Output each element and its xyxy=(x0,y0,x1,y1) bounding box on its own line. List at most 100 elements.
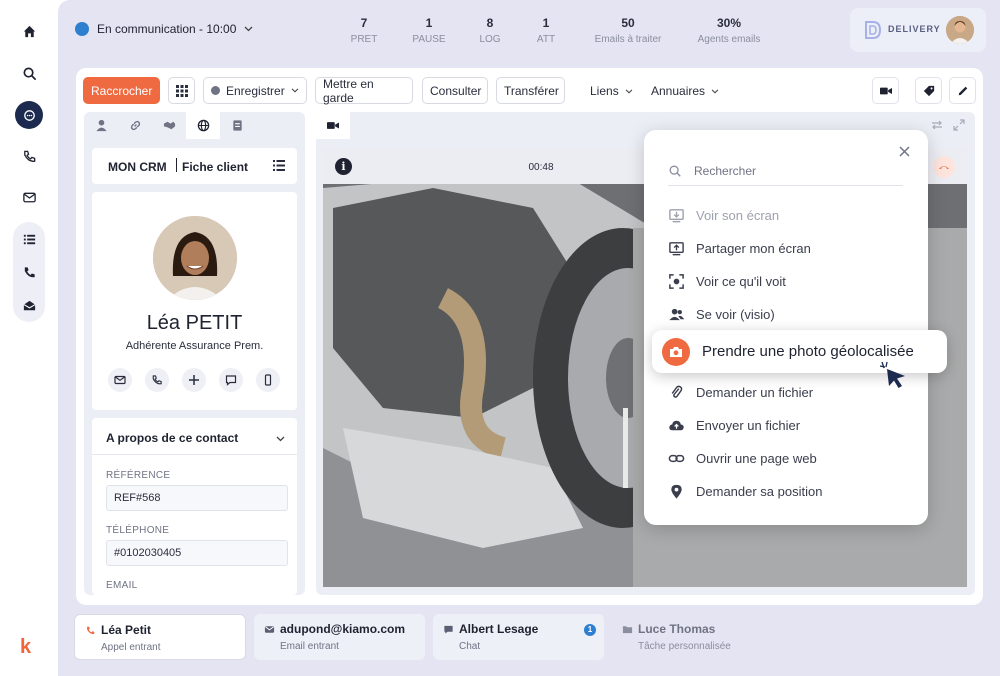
keypad-button[interactable] xyxy=(168,77,195,104)
mobile-icon xyxy=(264,374,272,386)
tab-video[interactable] xyxy=(316,112,350,139)
links-label: Liens xyxy=(590,84,619,98)
menu-item-label: Demander sa position xyxy=(696,484,823,499)
search-icon[interactable] xyxy=(15,59,43,87)
menu-item-label: Demander un fichier xyxy=(696,385,814,400)
chat-nav-icon[interactable] xyxy=(15,101,43,129)
tab-web[interactable] xyxy=(186,112,220,139)
menu-item-label: Envoyer un fichier xyxy=(696,418,801,433)
note-icon xyxy=(232,120,242,131)
session-title: Luce Thomas xyxy=(638,622,716,636)
handset-icon[interactable] xyxy=(15,258,43,286)
tab-notes[interactable] xyxy=(220,112,254,139)
video-camera-icon xyxy=(327,122,339,129)
session-subtitle: Appel entrant xyxy=(101,642,161,653)
phone-icon[interactable] xyxy=(15,142,43,170)
transfer-button[interactable]: Transférer xyxy=(496,77,565,104)
focus-eye-icon xyxy=(669,274,684,289)
menu-item-label: Voir ce qu'il voit xyxy=(696,274,786,289)
stat-log: 8 LOG xyxy=(479,16,501,45)
unread-badge: 1 xyxy=(584,624,596,636)
chevron-down-icon xyxy=(244,26,253,32)
edit-button[interactable] xyxy=(949,77,976,104)
divider xyxy=(92,454,297,455)
mail-icon[interactable] xyxy=(15,183,43,211)
tab-links[interactable] xyxy=(118,112,152,139)
user-avatar[interactable] xyxy=(946,16,974,44)
mail-icon xyxy=(264,626,275,633)
phone-field[interactable]: #0102030405 xyxy=(106,540,288,566)
menu-item-request-position[interactable]: Demander sa position xyxy=(668,483,822,500)
session-tab-lea-petit[interactable]: Léa Petit Appel entrant xyxy=(74,614,246,660)
session-subtitle: Chat xyxy=(459,641,481,652)
hangup-button[interactable]: Raccrocher xyxy=(83,77,160,104)
menu-list-icon[interactable] xyxy=(273,160,285,171)
phone-label: TÉLÉPHONE xyxy=(106,525,170,536)
brand-name: DELIVERY xyxy=(888,24,941,34)
hold-button[interactable]: Mettre en garde xyxy=(315,77,413,105)
record-label: Enregistrer xyxy=(226,83,285,98)
links-menu[interactable]: Liens xyxy=(590,84,633,98)
phone-icon xyxy=(87,626,95,635)
menu-item-self-view[interactable]: Se voir (visio) xyxy=(668,306,775,323)
sms-contact-button[interactable] xyxy=(256,368,280,392)
video-button[interactable] xyxy=(872,77,899,104)
crm-title: MON CRM xyxy=(108,160,167,174)
list-icon[interactable] xyxy=(15,225,43,253)
menu-item-open-web-page[interactable]: Ouvrir une page web xyxy=(668,450,817,467)
swap-icon[interactable] xyxy=(931,119,943,131)
link-icon xyxy=(130,120,140,131)
email-contact-button[interactable] xyxy=(108,368,132,392)
session-tab-task[interactable]: Luce Thomas Tâche personnalisée xyxy=(612,614,783,660)
cloud-upload-icon xyxy=(669,420,684,431)
session-tab-email[interactable]: adupond@kiamo.com Email entrant xyxy=(254,614,425,660)
mouse-cursor-icon xyxy=(879,361,905,388)
tag-button[interactable] xyxy=(915,77,942,104)
users-icon xyxy=(669,308,685,321)
tab-handshake[interactable] xyxy=(152,112,186,139)
expand-icon[interactable] xyxy=(953,119,965,131)
consult-button[interactable]: Consulter xyxy=(422,77,488,104)
phone-icon xyxy=(152,375,162,385)
menu-item-share-screen[interactable]: Partager mon écran xyxy=(668,240,811,257)
add-button[interactable] xyxy=(182,368,206,392)
crm-subtitle: Fiche client xyxy=(182,160,249,174)
call-contact-button[interactable] xyxy=(145,368,169,392)
stat-pret: 7 PRET xyxy=(350,16,378,45)
home-icon[interactable] xyxy=(15,17,43,45)
chevron-down-icon[interactable] xyxy=(276,436,285,442)
actions-menu: Rechercher Voir son écran Partager mon é… xyxy=(644,130,928,525)
inbox-icon[interactable] xyxy=(15,291,43,319)
menu-item-view-screen[interactable]: Voir son écran xyxy=(668,207,779,224)
plus-icon xyxy=(189,375,199,385)
record-dot-icon xyxy=(211,86,220,95)
chat-contact-button[interactable] xyxy=(219,368,243,392)
menu-item-label: Prendre une photo géolocalisée xyxy=(702,343,914,360)
brand-logo-icon xyxy=(865,21,882,39)
status-label: En communication - 10:00 xyxy=(97,22,237,36)
crm-column: MON CRM Fiche client Léa PETIT Adhérente… xyxy=(84,112,305,595)
reference-label: RÉFÉRENCE xyxy=(106,470,171,481)
app-logo: k xyxy=(20,636,32,658)
search-icon xyxy=(669,165,681,177)
record-button[interactable]: Enregistrer xyxy=(203,77,307,104)
menu-item-request-file[interactable]: Demander un fichier xyxy=(668,384,813,401)
menu-item-send-file[interactable]: Envoyer un fichier xyxy=(668,417,800,434)
session-subtitle: Tâche personnalisée xyxy=(638,641,731,652)
end-call-button[interactable] xyxy=(933,156,955,178)
session-tab-chat[interactable]: Albert Lesage Chat 1 xyxy=(433,614,604,660)
user-icon xyxy=(95,119,107,132)
agent-status[interactable]: En communication - 10:00 xyxy=(75,22,253,36)
email-label: EMAIL xyxy=(106,580,138,591)
close-icon[interactable] xyxy=(899,146,910,157)
handshake-icon xyxy=(163,121,175,130)
menu-search-input[interactable]: Rechercher xyxy=(694,164,756,178)
folder-icon xyxy=(622,626,633,634)
session-title: Léa Petit xyxy=(101,623,152,637)
menu-item-see-what-they-see[interactable]: Voir ce qu'il voit xyxy=(668,273,786,290)
directories-menu[interactable]: Annuaires xyxy=(651,84,719,98)
video-camera-icon xyxy=(879,87,892,94)
mail-icon xyxy=(114,375,126,385)
tab-contact[interactable] xyxy=(84,112,118,139)
reference-field[interactable]: REF#568 xyxy=(106,485,288,511)
